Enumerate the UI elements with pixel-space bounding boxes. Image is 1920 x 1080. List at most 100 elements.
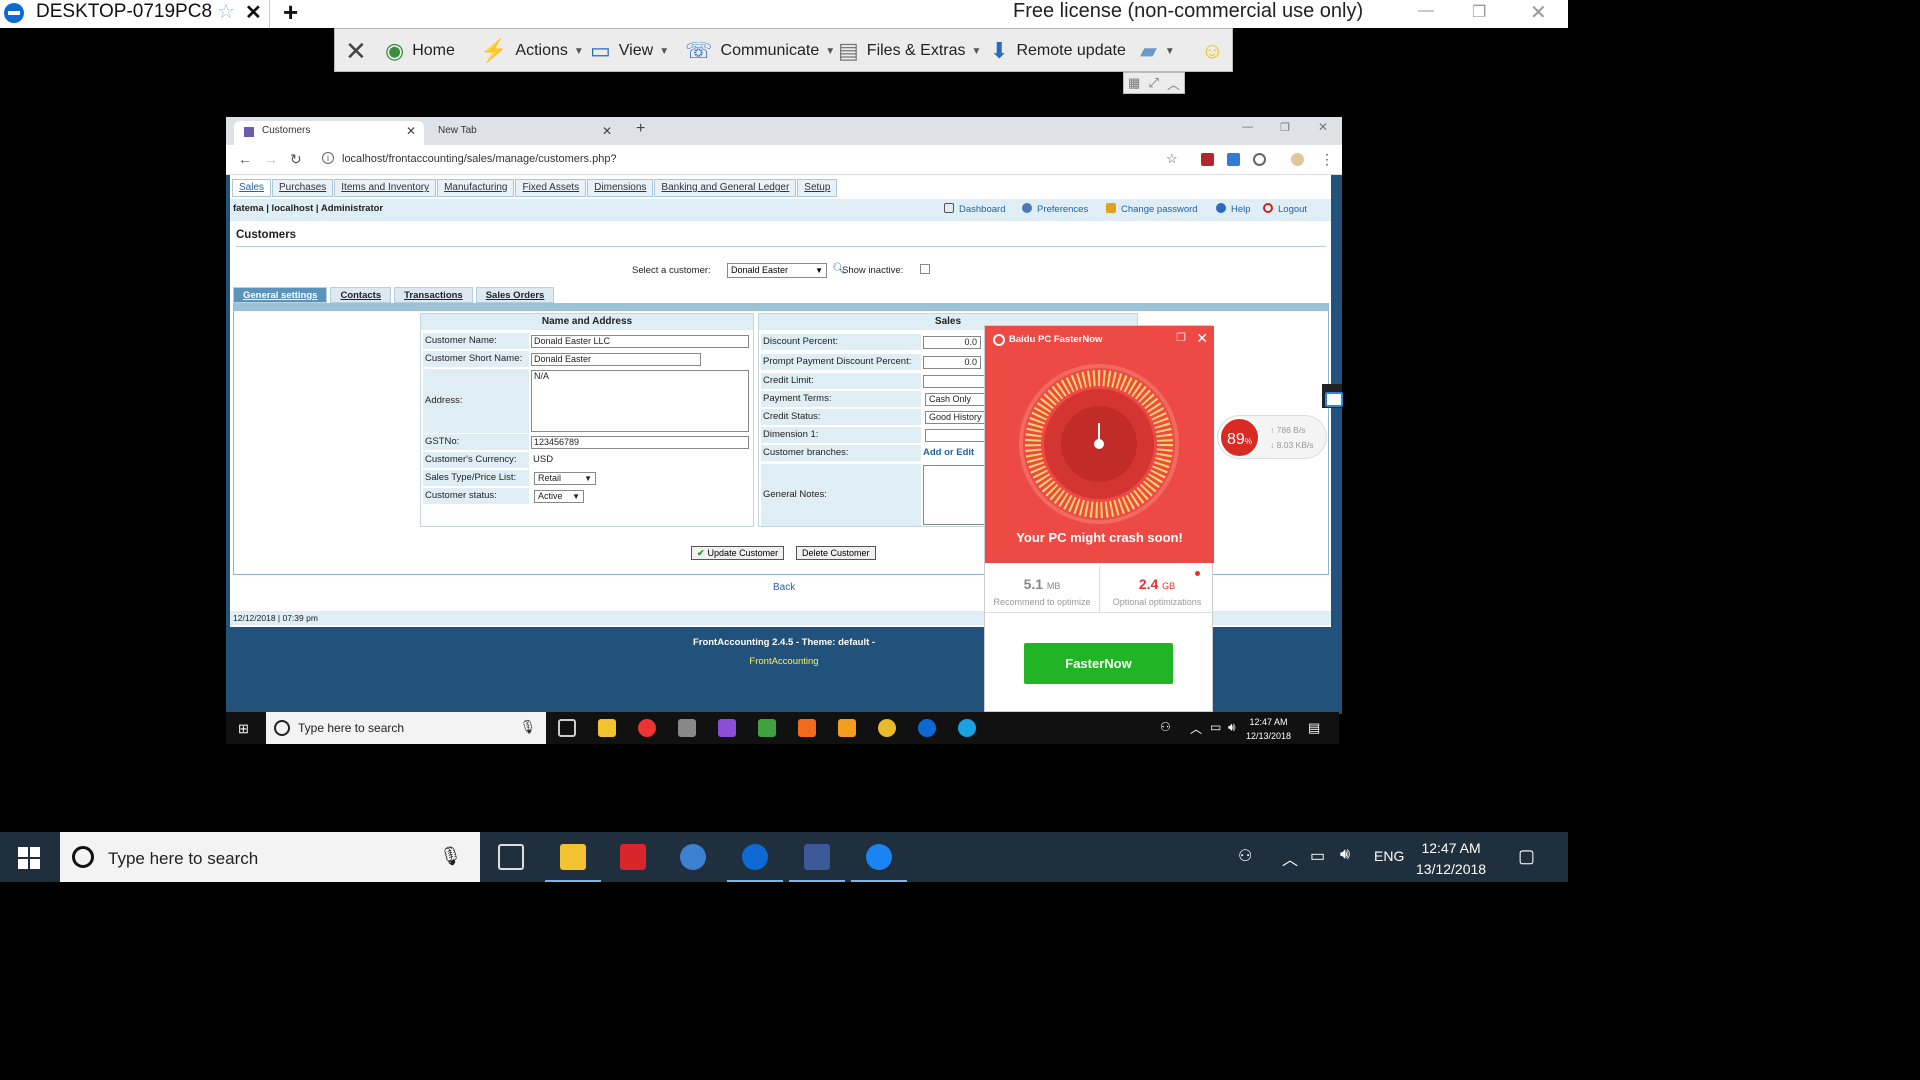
- close-tab-icon[interactable]: ✕: [245, 0, 262, 25]
- notifications-icon[interactable]: ▤: [1308, 720, 1320, 736]
- skype-ext-icon[interactable]: [1227, 153, 1240, 166]
- feedback-button[interactable]: ☺: [1201, 29, 1231, 73]
- volume-icon[interactable]: 🔊︎: [1228, 720, 1236, 735]
- view-button[interactable]: ▭ View ▼: [590, 29, 669, 73]
- side-teamviewer-icon[interactable]: [1322, 384, 1343, 408]
- end-session-button[interactable]: ✕: [345, 29, 375, 73]
- local-search-box[interactable]: Type here to search 🎙︎: [60, 832, 480, 882]
- language-indicator[interactable]: ENG: [1374, 848, 1404, 864]
- grid-icon[interactable]: ▦: [1128, 75, 1140, 91]
- notes-textarea[interactable]: [923, 465, 993, 525]
- restore-icon[interactable]: ❐: [1472, 2, 1486, 22]
- network-icon[interactable]: ▭: [1310, 846, 1325, 866]
- gst-input[interactable]: 123456789: [531, 436, 749, 449]
- menu-purchases[interactable]: Purchases: [272, 179, 334, 197]
- tab-new-tab[interactable]: New Tab ✕: [430, 121, 620, 145]
- block-icon[interactable]: [1253, 153, 1266, 166]
- chrome-profile-icon[interactable]: [878, 719, 896, 737]
- remote-search-box[interactable]: Type here to search 🎙︎: [266, 712, 546, 744]
- change-password-link[interactable]: Change password: [1106, 203, 1198, 215]
- tab-general-settings[interactable]: General settings: [233, 287, 328, 303]
- menu-banking-gl[interactable]: Banking and General Ledger: [654, 179, 797, 197]
- back-arrow-icon[interactable]: ←: [238, 151, 252, 167]
- remote-clock[interactable]: 12:47 AM 12/13/2018: [1246, 715, 1291, 743]
- microphone-icon[interactable]: 🎙︎: [439, 846, 462, 867]
- messenger-icon[interactable]: [851, 844, 907, 882]
- new-tab-plus-icon[interactable]: +: [636, 120, 645, 138]
- actions-button[interactable]: ⚡ Actions ▼: [480, 29, 584, 73]
- tab-sales-orders[interactable]: Sales Orders: [475, 287, 555, 303]
- credit-limit-input[interactable]: 1: [923, 375, 993, 388]
- xampp-icon[interactable]: [798, 719, 816, 737]
- status-select[interactable]: Active ▼: [534, 490, 584, 503]
- tab-contacts[interactable]: Contacts: [330, 287, 392, 303]
- baidu-close-icon[interactable]: ✕: [1196, 330, 1208, 347]
- notifications-icon[interactable]: ▢: [1518, 846, 1535, 867]
- home-button[interactable]: ◉ Home: [385, 29, 455, 73]
- window-close-icon[interactable]: ✕: [1318, 120, 1328, 134]
- microphone-icon[interactable]: 🎙︎: [519, 719, 536, 735]
- people-icon[interactable]: ⚇: [1238, 846, 1252, 866]
- speed-widget[interactable]: 89% ↑ 786 B/s ↓ 8.03 KB/s: [1217, 415, 1327, 459]
- communicate-button[interactable]: ☏ Communicate ▼: [685, 29, 835, 73]
- update-customer-button[interactable]: ✔ Update Customer: [691, 546, 785, 560]
- media-player-icon[interactable]: [680, 844, 706, 870]
- restore-icon[interactable]: ❐: [1280, 121, 1290, 134]
- info-icon[interactable]: i: [322, 152, 334, 164]
- close-tab-icon[interactable]: ✕: [602, 121, 612, 141]
- kebab-menu-icon[interactable]: ⋮: [1320, 151, 1334, 168]
- bookmark-star-icon[interactable]: ☆: [1166, 151, 1178, 167]
- branches-add-edit-link[interactable]: Add or Edit: [923, 445, 974, 461]
- fullscreen-icon[interactable]: ⤢: [1148, 75, 1158, 91]
- minimize-icon[interactable]: —: [1418, 2, 1434, 20]
- window-close-icon[interactable]: ✕: [1530, 0, 1547, 25]
- chevron-up-icon[interactable]: ︿: [1190, 720, 1202, 737]
- minimize-icon[interactable]: —: [1242, 121, 1253, 133]
- reload-icon[interactable]: ↻: [290, 151, 302, 168]
- volume-icon[interactable]: 🔊︎: [1340, 846, 1350, 864]
- menu-items-inventory[interactable]: Items and Inventory: [334, 179, 437, 197]
- menu-dimensions[interactable]: Dimensions: [587, 179, 654, 197]
- tab-customers[interactable]: Customers ✕: [234, 121, 424, 145]
- teamviewer-icon[interactable]: [918, 719, 936, 737]
- fasternow-button[interactable]: FasterNow: [1024, 643, 1173, 684]
- task-view-icon[interactable]: [558, 719, 576, 737]
- address-textarea[interactable]: N/A: [531, 370, 749, 432]
- prompt-discount-input[interactable]: 0.0: [923, 356, 981, 369]
- ublock-icon[interactable]: [1201, 153, 1214, 166]
- files-extras-button[interactable]: ▤ Files & Extras ▼: [838, 29, 981, 73]
- windows-start-icon[interactable]: [18, 847, 40, 869]
- remote-update-button[interactable]: ⬇ Remote update: [990, 29, 1126, 73]
- delete-customer-button[interactable]: Delete Customer: [796, 546, 876, 560]
- customer-select[interactable]: Donald Easter ▼: [727, 263, 827, 278]
- chat-button[interactable]: ▰ ▼: [1140, 29, 1175, 73]
- profile-avatar-icon[interactable]: [1291, 153, 1304, 166]
- collapse-icon[interactable]: ︿: [1167, 74, 1180, 93]
- windows-start-icon[interactable]: ⊞: [238, 721, 249, 737]
- short-name-input[interactable]: Donald Easter: [531, 353, 701, 366]
- tab-transactions[interactable]: Transactions: [394, 287, 473, 303]
- dashboard-link[interactable]: Dashboard: [944, 203, 1005, 215]
- file-explorer-icon[interactable]: [545, 844, 601, 882]
- file-explorer-icon[interactable]: [598, 719, 616, 737]
- local-clock[interactable]: 12:47 AM 13/12/2018: [1416, 838, 1486, 880]
- spreadsheet-icon[interactable]: [758, 719, 776, 737]
- chrome-icon[interactable]: [638, 719, 656, 737]
- show-inactive-checkbox[interactable]: [920, 264, 930, 274]
- new-session-plus-icon[interactable]: +: [283, 0, 298, 28]
- task-view-icon[interactable]: [498, 844, 524, 870]
- facebook-icon[interactable]: [789, 844, 845, 882]
- close-tab-icon[interactable]: ✕: [406, 121, 416, 141]
- discount-input[interactable]: 0.0: [923, 336, 981, 349]
- url-field[interactable]: localhost/frontaccounting/sales/manage/c…: [342, 153, 617, 165]
- back-link[interactable]: Back: [773, 582, 795, 593]
- menu-sales[interactable]: Sales: [232, 179, 272, 197]
- teamviewer-icon[interactable]: [727, 844, 783, 882]
- logout-link[interactable]: Logout: [1263, 203, 1307, 215]
- eagle-icon[interactable]: [620, 844, 646, 870]
- forward-arrow-icon[interactable]: →: [264, 151, 278, 167]
- network-icon[interactable]: ▭: [1210, 720, 1221, 734]
- teamviewer-session-tab[interactable]: DESKTOP-0719PC8 ☆ ✕: [0, 0, 270, 28]
- price-list-select[interactable]: Retail ▼: [534, 472, 596, 485]
- people-icon[interactable]: ⚇: [1160, 720, 1171, 734]
